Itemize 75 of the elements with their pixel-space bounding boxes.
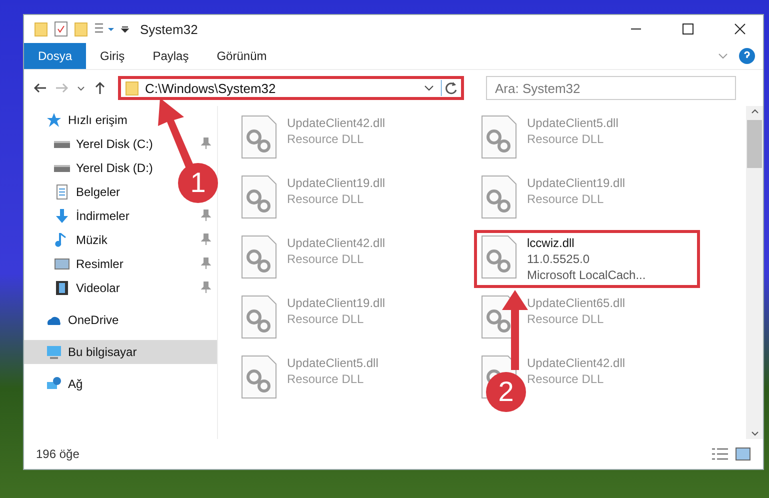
sidebar-item[interactable]: Ağ <box>24 372 89 396</box>
sidebar-item[interactable]: Hızlı erişim <box>24 108 134 132</box>
sidebar-item[interactable]: Videolar <box>24 276 217 300</box>
sidebar-item[interactable]: İndirmeler <box>24 204 217 228</box>
file-name: UpdateClient42.dll <box>527 355 626 371</box>
dll-file-icon <box>241 235 277 279</box>
folder-icon <box>34 21 48 37</box>
file-detail: Microsoft LocalCach... <box>527 267 646 283</box>
pin-icon <box>201 256 211 268</box>
file-detail: Resource DLL <box>527 191 605 207</box>
dll-file-icon <box>241 355 277 399</box>
dll-file-icon <box>241 115 277 159</box>
file-name: UpdateClient42.dll <box>287 235 386 251</box>
file-name: UpdateClient19.dll <box>287 175 386 191</box>
file-detail: Resource DLL <box>527 131 605 147</box>
file-detail: Resource DLL <box>287 251 365 267</box>
star-icon <box>46 112 62 128</box>
window-title: System32 <box>140 22 199 36</box>
file-name: UpdateClient65.dll <box>527 295 626 311</box>
file-name: UpdateClient42.dll <box>287 115 386 131</box>
network-icon <box>46 376 62 392</box>
monitor-icon <box>46 344 62 360</box>
film-icon <box>54 280 70 296</box>
ribbon-tab[interactable]: Giriş <box>86 43 139 69</box>
sidebar-item[interactable]: Resimler <box>24 252 217 276</box>
download-icon <box>54 208 70 224</box>
dll-file-icon <box>481 235 517 279</box>
dll-file-icon <box>241 295 277 339</box>
file-name: UpdateClient5.dll <box>527 115 618 131</box>
dll-file-icon <box>481 115 517 159</box>
highlight-frame[interactable]: lccwiz.dll 11.0.5525.0 Microsoft LocalCach... <box>474 230 700 288</box>
details-view-icon <box>711 447 729 461</box>
pin-icon <box>201 136 211 148</box>
file-name: UpdateClient5.dll <box>287 355 378 371</box>
ribbon-tab[interactable]: Dosya <box>24 43 86 69</box>
drive-icon <box>54 140 70 148</box>
sidebar-item[interactable]: OneDrive <box>24 308 125 332</box>
sidebar-item[interactable]: Müzik <box>24 228 217 252</box>
file-detail: Resource DLL <box>527 371 605 387</box>
sidebar-item[interactable]: Yerel Disk (C:) <box>24 132 217 156</box>
maximize-icon <box>682 23 694 35</box>
file-name: lccwiz.dll <box>527 235 576 251</box>
file-name: UpdateClient19.dll <box>287 295 386 311</box>
sidebar-item[interactable]: Yerel Disk (D:) <box>24 156 159 180</box>
pin-icon <box>201 208 211 220</box>
large-icons-view-icon <box>735 447 751 461</box>
help-icon <box>739 48 755 64</box>
file-name: UpdateClient19.dll <box>527 175 626 191</box>
file-detail: Resource DLL <box>287 371 365 387</box>
scrollbar[interactable] <box>746 106 763 439</box>
search-field[interactable]: Ara: System32 <box>486 76 736 100</box>
file-detail: 11.0.5525.0 <box>527 251 591 267</box>
file-detail: Resource DLL <box>287 131 365 147</box>
scrollbar-thumb[interactable] <box>747 120 762 168</box>
file-detail: Resource DLL <box>287 311 365 327</box>
document-icon <box>54 184 70 200</box>
sidebar-item[interactable]: Bu bilgisayar <box>24 340 217 364</box>
drive-icon <box>54 164 70 172</box>
ribbon-tab[interactable]: Paylaş <box>138 43 203 69</box>
file-detail: Resource DLL <box>287 191 365 207</box>
item-count: 196 öğe <box>36 447 80 461</box>
pin-icon <box>201 232 211 244</box>
folder-icon <box>74 21 88 37</box>
ribbon-tab[interactable]: Görünüm <box>202 43 281 69</box>
dll-file-icon <box>481 175 517 219</box>
checklist-icon <box>54 21 68 37</box>
close-icon <box>734 23 746 35</box>
picture-icon <box>54 256 70 272</box>
file-detail: Resource DLL <box>527 311 605 327</box>
address-bar[interactable]: C:\Windows\System32 <box>118 76 464 100</box>
folder-icon <box>125 80 139 96</box>
dropdown-icon <box>120 24 130 34</box>
pin-icon <box>201 280 211 292</box>
dll-file-icon <box>241 175 277 219</box>
sidebar-item[interactable]: Belgeler <box>24 180 126 204</box>
